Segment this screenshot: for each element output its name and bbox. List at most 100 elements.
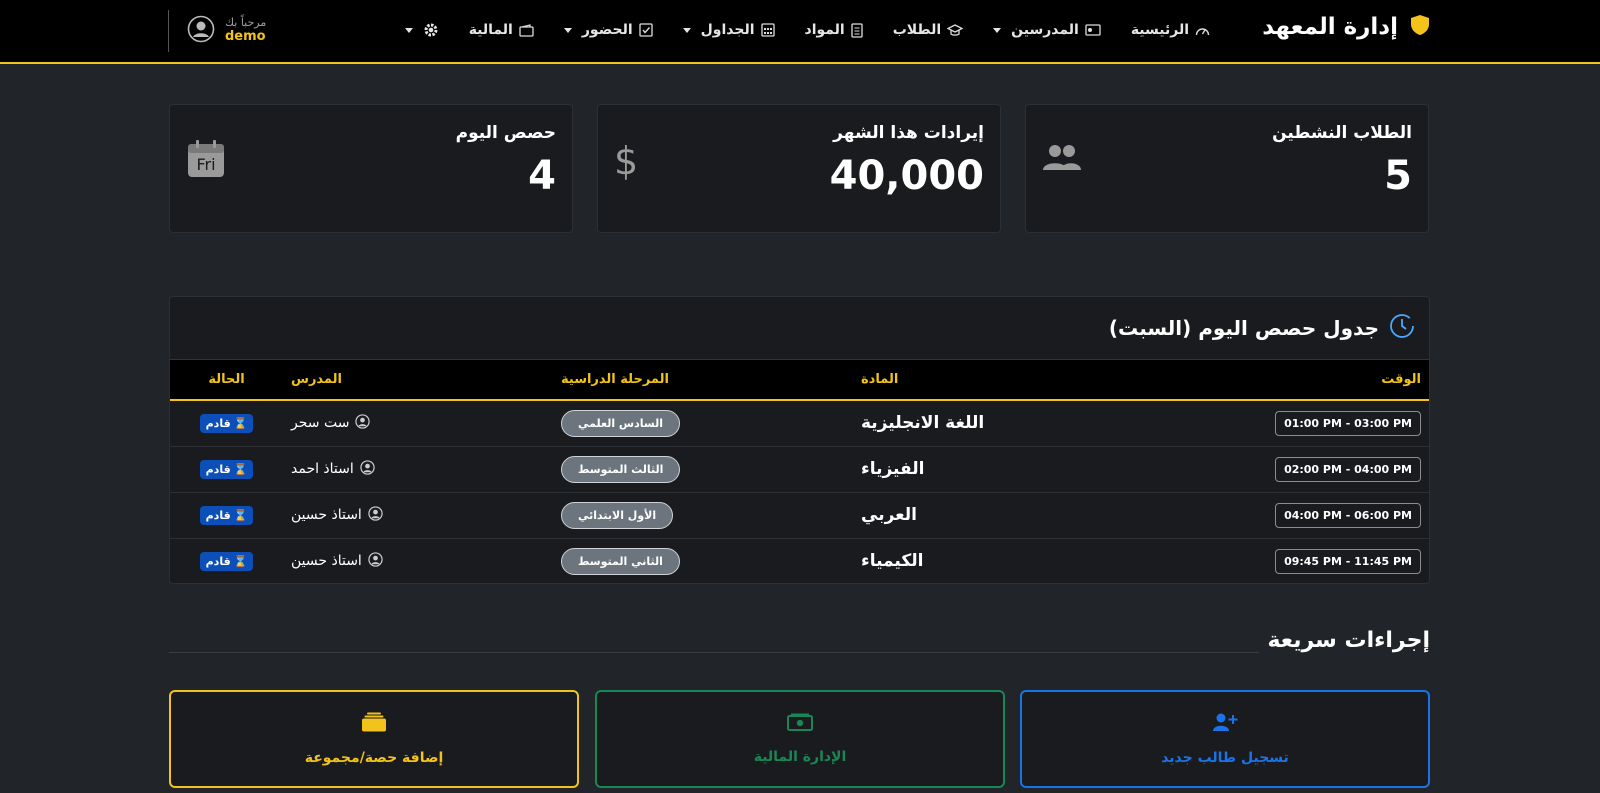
collection-icon: [361, 712, 387, 736]
chevron-down-icon: [993, 27, 1002, 33]
settings-menu[interactable]: [404, 22, 439, 38]
people-icon: [1042, 141, 1082, 177]
stat-title: إيرادات هذا الشهر: [833, 123, 984, 143]
person-circle-icon: [368, 505, 383, 525]
schedule-title: جدول حصص اليوم (السبت): [1108, 316, 1379, 340]
level-badge: الثالث المتوسط: [561, 455, 681, 483]
finance-management-button[interactable]: الإدارة المالية: [595, 690, 1005, 788]
finance-management-label: الإدارة المالية: [753, 749, 847, 765]
time-badge: 09:45 PM - 11:45 PM: [1275, 548, 1421, 574]
user-name: demo: [225, 28, 266, 44]
col-header-subject: المادة: [853, 360, 1153, 401]
hourglass-icon: ⌛: [233, 554, 248, 568]
add-class-group-button[interactable]: إضافة حصة/مجموعة: [169, 690, 579, 788]
nav-item-schedules[interactable]: الجداول: [682, 22, 775, 38]
level-badge: السادس العلمي: [561, 409, 680, 437]
add-class-group-label: إضافة حصة/مجموعة: [304, 750, 444, 766]
divider: [169, 652, 1259, 653]
status-badge: ⌛ قادم: [199, 551, 254, 571]
user-menu[interactable]: مرحباً بك demo: [168, 10, 266, 52]
dollar-icon: $: [614, 139, 639, 183]
graduation-cap-icon: [947, 23, 964, 37]
teacher-cell: استاذ احمد: [291, 459, 375, 479]
nav-item-students[interactable]: الطلاب: [892, 22, 964, 38]
brand[interactable]: إدارة المعهد: [1262, 14, 1430, 40]
calendar-grid-icon: [760, 23, 775, 37]
teacher-cell: استاذ حسين: [291, 505, 383, 525]
person-circle-icon: [360, 459, 375, 479]
nav-item-subjects[interactable]: المواد: [805, 22, 863, 38]
nav-item-finance-label: المالية: [468, 22, 513, 38]
nav-item-attendance-label: الحضور: [581, 22, 633, 38]
status-text: قادم: [205, 508, 231, 522]
quick-actions-title: إجراءات سريعة: [1267, 628, 1430, 653]
teacher-name: استاذ حسين: [291, 553, 362, 570]
subject-name: العربي: [861, 505, 917, 525]
time-badge: 04:00 PM - 06:00 PM: [1275, 502, 1421, 528]
speedometer-icon: [1195, 24, 1210, 37]
check-square-icon: [638, 23, 653, 37]
nav-item-attendance[interactable]: الحضور: [563, 22, 653, 38]
teacher-icon: [1085, 23, 1101, 37]
status-text: قادم: [205, 462, 231, 476]
teacher-name: ست سحر: [291, 415, 350, 432]
stat-value: 5: [1384, 153, 1412, 199]
wallet-icon: [519, 23, 534, 37]
main-nav: الرئيسية المدرسين الطلاب المواد الجداول …: [404, 0, 1210, 60]
stat-title: حصص اليوم: [455, 123, 556, 143]
stat-value: 4: [528, 153, 556, 199]
nav-item-finance[interactable]: المالية: [469, 22, 534, 38]
user-avatar-icon: [187, 15, 215, 47]
stat-card-today-classes: حصص اليوم 4 Fri: [169, 104, 573, 233]
schedule-header: جدول حصص اليوم (السبت): [170, 297, 1429, 360]
status-text: قادم: [205, 554, 231, 568]
stat-title: الطلاب النشطين: [1272, 123, 1412, 143]
gear-icon: [423, 22, 439, 38]
chevron-down-icon: [563, 27, 572, 33]
status-badge: ⌛ قادم: [199, 505, 254, 525]
subject-name: اللغة الانجليزية: [861, 413, 985, 434]
schedule-table: الوقت المادة المرحلة الدراسية المدرس الح…: [170, 360, 1429, 583]
col-header-time: الوقت: [1153, 360, 1429, 401]
col-header-status: الحالة: [170, 360, 283, 401]
person-plus-icon: [1212, 712, 1238, 736]
stat-card-monthly-revenue: إيرادات هذا الشهر 40,000 $: [597, 104, 1001, 233]
level-badge: الأول الابتدائي: [561, 501, 674, 529]
col-header-teacher: المدرس: [283, 360, 553, 401]
hourglass-icon: ⌛: [233, 508, 248, 522]
teacher-cell: استاذ حسين: [291, 552, 383, 571]
nav-item-teachers-label: المدرسين: [1011, 22, 1079, 38]
status-text: قادم: [205, 416, 231, 430]
nav-item-subjects-label: المواد: [804, 22, 845, 38]
status-badge: ⌛ قادم: [199, 413, 254, 433]
nav-item-teachers[interactable]: المدرسين: [993, 22, 1101, 38]
table-row: 09:45 PM - 11:45 PM الكيمياء الثاني المت…: [170, 538, 1429, 583]
teacher-name: استاذ احمد: [291, 461, 354, 477]
clock-icon: [1389, 313, 1415, 343]
time-badge: 01:00 PM - 03:00 PM: [1275, 410, 1421, 436]
nav-item-students-label: الطلاب: [892, 22, 942, 38]
person-circle-icon: [368, 552, 383, 571]
person-circle-icon: [355, 414, 371, 433]
table-row: 02:00 PM - 04:00 PM الفيزياء الثالث المت…: [170, 446, 1429, 493]
nav-item-home-label: الرئيسية: [1130, 22, 1189, 38]
status-badge: ⌛ قادم: [199, 459, 254, 479]
nav-item-home[interactable]: الرئيسية: [1131, 22, 1210, 38]
shield-icon: [1410, 14, 1430, 40]
teacher-name: استاذ حسين: [291, 507, 362, 523]
user-greeting: مرحباً بك: [225, 16, 267, 30]
nav-item-schedules-label: الجداول: [700, 22, 755, 38]
brand-title: إدارة المعهد: [1262, 14, 1398, 40]
today-schedule-card: جدول حصص اليوم (السبت) الوقت المادة المر…: [169, 296, 1430, 584]
level-badge: الثاني المتوسط: [561, 547, 680, 575]
table-row: 01:00 PM - 03:00 PM اللغة الانجليزية الس…: [170, 400, 1429, 447]
calendar-day-icon: Fri: [186, 139, 226, 179]
chevron-down-icon: [682, 27, 691, 33]
register-student-button[interactable]: تسجيل طالب جديد: [1020, 690, 1430, 788]
subject-name: الكيمياء: [861, 551, 924, 572]
teacher-cell: ست سحر: [291, 414, 371, 433]
hourglass-icon: ⌛: [233, 462, 248, 476]
stat-card-active-students: الطلاب النشطين 5: [1025, 104, 1429, 233]
cash-icon: [787, 713, 813, 735]
stat-value: 40,000: [829, 153, 984, 199]
